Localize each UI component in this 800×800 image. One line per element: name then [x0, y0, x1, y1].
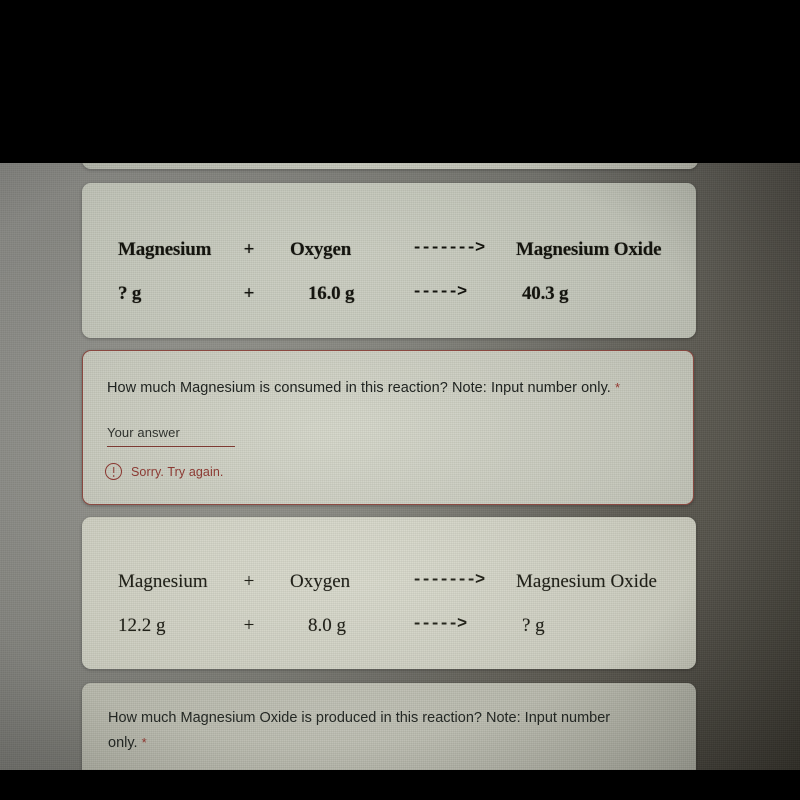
screenshot-root: Magnesium + Oxygen -------> Magnesium Ox…: [0, 0, 800, 800]
reaction-2-arrow-header: ------->: [412, 571, 485, 590]
card-grain-overlay: [82, 683, 696, 770]
question-1-prompt: How much Magnesium is consumed in this r…: [107, 380, 611, 396]
reaction-2-product-label: Magnesium Oxide: [516, 571, 657, 592]
reaction-card-2: Magnesium + Oxygen -------> Magnesium Ox…: [82, 517, 696, 669]
error-message-text: Sorry. Try again.: [131, 464, 224, 479]
reaction-2-reactant-2-value: 8.0 g: [308, 615, 346, 636]
reaction-2-operator-1: +: [243, 571, 255, 592]
reaction-1-operator-2: +: [243, 283, 255, 304]
reaction-2-reactant-2-label: Oxygen: [290, 571, 351, 592]
reaction-1-product-label: Magnesium Oxide: [516, 239, 662, 260]
reaction-2-arrow-value: ----->: [412, 615, 467, 634]
error-message-row-1: Sorry. Try again.: [105, 463, 223, 480]
reaction-1-product-value: 40.3 g: [522, 283, 569, 304]
question-1-text: How much Magnesium is consumed in this r…: [107, 380, 620, 396]
reaction-1-arrow-value: ----->: [412, 283, 467, 302]
answer-field-group-1[interactable]: Your answer: [107, 425, 357, 447]
reaction-2-operator-2: +: [243, 615, 255, 636]
question-1-required-asterisk: *: [614, 380, 621, 395]
question-2-text-line-2: only.: [108, 735, 138, 751]
question-card-1[interactable]: How much Magnesium is consumed in this r…: [82, 350, 694, 505]
card-grain-overlay: [82, 163, 698, 169]
card-grain-overlay: [82, 517, 696, 669]
reaction-1-reactant-2-value: 16.0 g: [308, 283, 355, 304]
question-2-text-line-2-group: only. *: [108, 735, 147, 751]
letterbox-top: [0, 0, 800, 163]
reaction-1-operator-1: +: [243, 239, 255, 260]
exclamation-circle-icon: [105, 463, 122, 480]
photographed-form-page: Magnesium + Oxygen -------> Magnesium Ox…: [0, 163, 800, 770]
answer-placeholder-label: Your answer: [107, 425, 180, 440]
question-card-2[interactable]: How much Magnesium Oxide is produced in …: [82, 683, 696, 770]
previous-card-sliver: [82, 163, 698, 169]
answer-input-underline[interactable]: [107, 446, 235, 447]
reaction-card-1: Magnesium + Oxygen -------> Magnesium Ox…: [82, 183, 696, 338]
reaction-1-reactant-2-label: Oxygen: [290, 239, 352, 260]
reaction-1-arrow-header: ------->: [412, 239, 485, 258]
question-2-required-asterisk: *: [141, 735, 147, 750]
letterbox-bottom: [0, 770, 800, 800]
reaction-2-product-value: ? g: [522, 615, 545, 636]
question-2-text-line-1: How much Magnesium Oxide is produced in …: [108, 710, 611, 726]
